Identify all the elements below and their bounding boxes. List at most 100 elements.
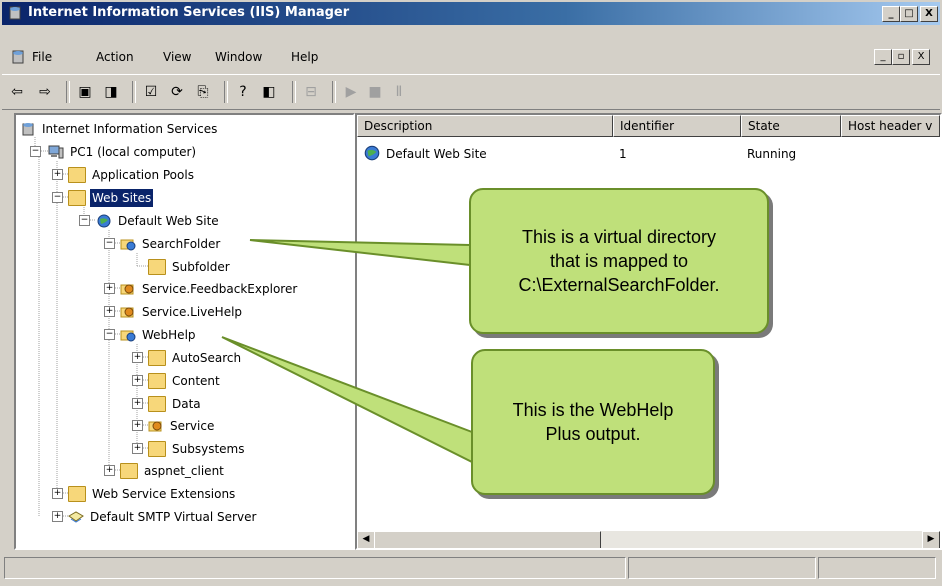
refresh-icon[interactable]: ⟳ [166,81,188,103]
folder-icon [148,258,166,275]
horizontal-scrollbar[interactable]: ◀ ▶ [357,531,940,548]
maximize-button[interactable]: □ [900,6,918,22]
virtual-directory-icon [120,330,136,341]
toolbar-separator [66,81,70,103]
back-icon[interactable]: ⇦ [6,81,28,103]
help-icon[interactable]: ? [232,81,254,103]
tree-node[interactable]: Web Service Extensions [68,484,237,502]
tree-node[interactable]: Service.LiveHelp [120,302,244,320]
tree-node[interactable]: SearchFolder [120,234,222,252]
scroll-right-icon[interactable]: ▶ [922,531,940,548]
minimize-button[interactable]: _ [882,6,900,22]
menu-bar: File Action View Window Help _ ▫ X [2,46,940,70]
mmc-doc-icon [12,50,24,64]
expand-icon[interactable]: + [132,420,143,431]
toolbar-separator [332,81,336,103]
tree-node-label: WebHelp [142,327,196,342]
tree-node[interactable]: Default SMTP Virtual Server [68,507,258,525]
column-header-description[interactable]: Description [357,115,613,137]
scroll-left-icon[interactable]: ◀ [357,531,375,548]
expand-icon[interactable]: + [132,443,143,454]
status-pane [628,557,816,579]
collapse-icon[interactable]: − [104,238,115,249]
tree-node-label: Web Sites [90,188,154,207]
export-list-icon[interactable]: ⎘ [192,81,214,103]
tree-node[interactable]: Service [148,416,216,434]
menu-window[interactable]: Window [215,50,262,64]
tree-node-label: Application Pools [92,167,194,182]
cell-state: Running [747,147,797,161]
pause-icon[interactable]: Ⅱ [388,81,410,103]
column-header-identifier[interactable]: Identifier [613,115,741,137]
collapse-icon[interactable]: − [79,215,90,226]
title-bar[interactable]: Internet Information Services (IIS) Mana… [2,2,940,25]
callout-text-line: C:\ExternalSearchFolder. [518,275,720,295]
expand-icon[interactable]: + [52,169,63,180]
folder-icon [148,440,166,457]
tree-node[interactable]: WebHelp [120,325,198,343]
expand-icon[interactable]: + [132,398,143,409]
status-bar [4,557,938,581]
forward-icon[interactable]: ⇨ [34,81,56,103]
collapse-icon[interactable]: − [52,192,63,203]
child-restore-button[interactable]: ▫ [892,49,910,65]
iis-app-icon [9,6,21,20]
tree-node[interactable]: Application Pools [68,165,196,183]
tree-pane[interactable]: Internet Information Services − PC1 (loc… [14,113,355,550]
expand-icon[interactable]: + [132,352,143,363]
window-title: Internet Information Services (IIS) Mana… [28,5,350,20]
tree-node[interactable]: aspnet_client [120,461,226,479]
expand-icon[interactable]: + [104,306,115,317]
callout-text-line: This is a virtual directory [521,227,717,247]
column-header-host-header[interactable]: Host header v [841,115,940,137]
menu-action[interactable]: Action [96,50,134,64]
tree-node[interactable]: Web Sites [68,188,154,207]
column-header-state[interactable]: State [741,115,841,137]
menu-help[interactable]: Help [291,50,318,64]
show-hide-action-pane-icon[interactable]: ◧ [258,81,280,103]
menu-view[interactable]: View [163,50,191,64]
folder-icon [148,395,166,412]
website-globe-icon [97,214,111,227]
application-gear-icon [120,307,134,317]
close-button[interactable]: X [920,6,938,22]
tree-node[interactable]: Content [148,371,222,389]
tree-node[interactable]: Data [148,394,203,412]
up-folder-icon[interactable]: ▣ [74,81,96,103]
collapse-icon[interactable]: − [30,146,41,157]
application-gear-icon [120,284,134,294]
expand-icon[interactable]: + [104,283,115,294]
smtp-server-icon [68,510,84,523]
scroll-thumb[interactable] [374,531,601,548]
expand-icon[interactable]: + [52,488,63,499]
tree-node[interactable]: Service.FeedbackExplorer [120,279,299,297]
start-icon[interactable]: ▶ [340,81,362,103]
stop-icon[interactable]: ■ [364,81,386,103]
folder-icon [120,462,138,479]
tree-node[interactable]: Subfolder [148,257,232,275]
child-close-button[interactable]: X [912,49,930,65]
tree-node[interactable]: PC1 (local computer) [48,142,198,160]
tree-node[interactable]: AutoSearch [148,348,243,366]
status-pane [4,557,626,579]
tree-node-label: Service.FeedbackExplorer [142,281,298,296]
expand-icon[interactable]: + [104,465,115,476]
expand-icon[interactable]: + [52,511,63,522]
properties-icon[interactable]: ☑ [140,81,162,103]
tree-node-label: Default Web Site [118,213,219,228]
toolbar-separator [292,81,296,103]
tree-node[interactable]: Subsystems [148,439,246,457]
tree-node-label: Internet Information Services [42,121,218,136]
tree-node-label: Default SMTP Virtual Server [90,509,257,524]
show-hide-tree-icon[interactable]: ◨ [100,81,122,103]
callout-text-line: This is the WebHelp [512,400,674,420]
tree-node-label: SearchFolder [142,236,221,251]
child-minimize-button[interactable]: _ [874,49,892,65]
tree-node[interactable]: Default Web Site [96,211,221,229]
folder-icon [68,485,86,502]
tree-node[interactable]: Internet Information Services [20,119,219,137]
menu-file[interactable]: File [32,50,52,64]
expand-icon[interactable]: + [132,375,143,386]
collapse-icon[interactable]: − [104,329,115,340]
connect-icon[interactable]: ⊟ [300,81,322,103]
